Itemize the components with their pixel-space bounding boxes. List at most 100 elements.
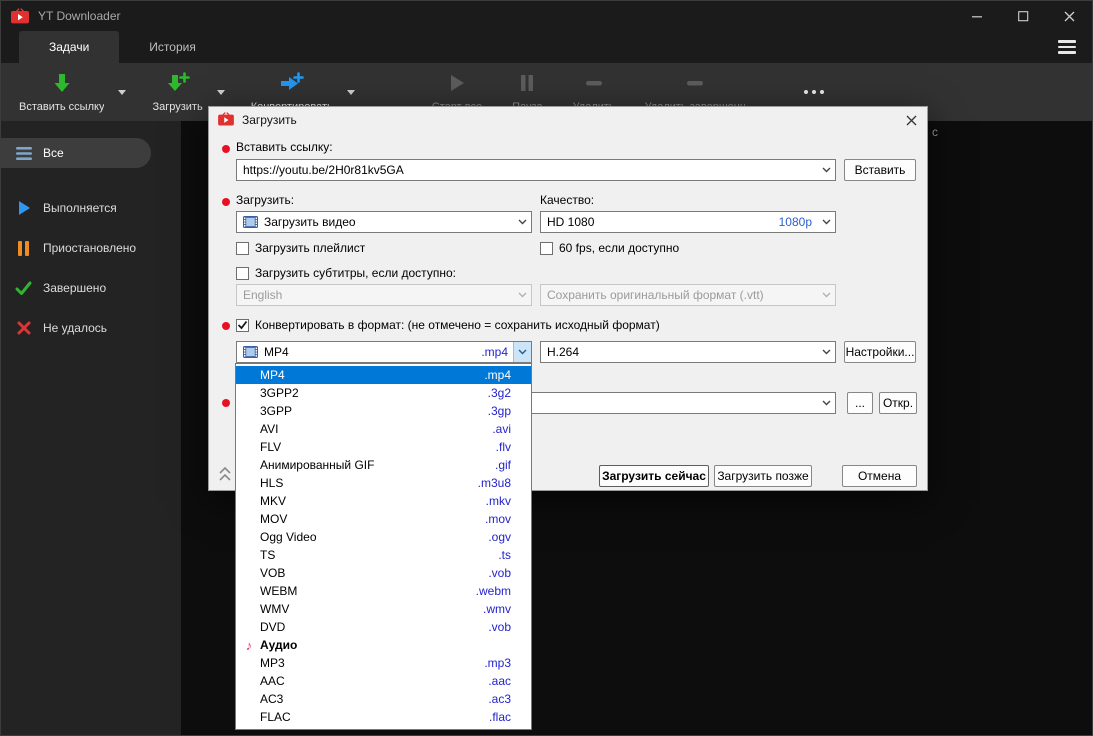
download-now-button[interactable]: Загрузить сейчас (599, 465, 709, 487)
format-option[interactable]: MP3 .mp3 (236, 654, 531, 672)
sidebar-item-failed[interactable]: Не удалось (1, 313, 107, 343)
hamburger-menu-button[interactable] (1058, 40, 1076, 53)
format-option[interactable]: VOB .vob (236, 564, 531, 582)
sidebar-item-paused[interactable]: Приостановлено (1, 233, 136, 263)
sidebar-item-completed[interactable]: Завершено (1, 273, 106, 303)
combo-arrow-icon (817, 342, 835, 362)
format-option[interactable]: 3GPP2 .3g2 (236, 384, 531, 402)
format-option[interactable]: MKV .mkv (236, 492, 531, 510)
cancel-button[interactable]: Отмена (842, 465, 917, 487)
format-combobox[interactable]: MP4 .mp4 (236, 341, 532, 363)
collapse-options-button[interactable] (215, 462, 235, 486)
combo-arrow-icon (817, 393, 835, 413)
format-dropdown-audio-section: MP3 .mp3 AAC .aac AC3 .ac3 FLAC .flac (236, 654, 531, 726)
sidebar-item-all-label: Все (43, 146, 64, 160)
quality-label: Качество: (540, 193, 594, 207)
format-option[interactable]: HLS .m3u8 (236, 474, 531, 492)
format-option[interactable]: MP4 .mp4 (236, 366, 531, 384)
download-later-button[interactable]: Загрузить позже (714, 465, 812, 487)
checkbox-box (236, 242, 249, 255)
chevron-down-icon (347, 90, 355, 95)
tab-bar: Задачи История (1, 31, 1092, 63)
paste-button[interactable]: Вставить (844, 159, 916, 181)
remove-icon (584, 72, 604, 97)
quality-badge: 1080p (779, 215, 817, 229)
paste-link-dropdown-button[interactable] (114, 63, 130, 121)
paste-link-icon (51, 72, 73, 97)
url-label: Вставить ссылку: (236, 140, 333, 154)
url-value: https://youtu.be/2H0r81kv5GA (243, 163, 404, 177)
format-option[interactable]: 3GPP .3gp (236, 402, 531, 420)
dialog-close-button[interactable] (895, 107, 927, 133)
format-option[interactable]: WEBM .webm (236, 582, 531, 600)
quality-combobox[interactable]: HD 1080 1080p (540, 211, 836, 233)
list-icon (15, 147, 32, 160)
codec-value: H.264 (547, 345, 579, 359)
window-controls (954, 1, 1092, 31)
minimize-icon (972, 11, 983, 22)
tab-history[interactable]: История (119, 31, 226, 63)
subtitles-checkbox[interactable]: Загрузить субтитры, если доступно: (236, 266, 456, 280)
convert-checkbox[interactable]: Конвертировать в формат: (не отмечено = … (236, 318, 660, 332)
sidebar-item-running[interactable]: Выполняется (1, 193, 117, 223)
sidebar: Все Выполняется Приостановлено Завершено… (1, 121, 181, 735)
format-option[interactable]: MOV .mov (236, 510, 531, 528)
format-option[interactable]: DVD .vob (236, 618, 531, 636)
minimize-button[interactable] (954, 1, 1000, 31)
fps-checkbox[interactable]: 60 fps, если доступно (540, 241, 679, 255)
subtitles-checkbox-label: Загрузить субтитры, если доступно: (255, 266, 456, 280)
window-title: YT Downloader (38, 9, 121, 23)
required-bullet (222, 145, 230, 153)
sidebar-item-all[interactable]: Все (1, 138, 151, 168)
combo-arrow-icon (513, 285, 531, 305)
download-button[interactable]: Загрузить (142, 63, 212, 121)
settings-button[interactable]: Настройки... (844, 341, 916, 363)
format-option[interactable]: AAC .aac (236, 672, 531, 690)
pause-icon (518, 72, 536, 97)
required-bullet (222, 198, 230, 206)
audio-header-label: Аудио (260, 638, 297, 652)
download-mode-combobox[interactable]: Загрузить видео (236, 211, 532, 233)
paste-link-button[interactable]: Вставить ссылку (9, 63, 114, 121)
subtitle-format-combobox[interactable]: Сохранить оригинальный формат (.vtt) (540, 284, 836, 306)
playlist-checkbox[interactable]: Загрузить плейлист (236, 241, 365, 255)
format-option[interactable]: AC3 .ac3 (236, 690, 531, 708)
close-button[interactable] (1046, 1, 1092, 31)
format-option[interactable]: Ogg Video .ogv (236, 528, 531, 546)
sidebar-item-failed-label: Не удалось (43, 321, 107, 335)
format-option[interactable]: Анимированный GIF .gif (236, 456, 531, 474)
combo-arrow-icon (817, 212, 835, 232)
format-ext: .mp4 (481, 345, 513, 359)
subtitle-language-combobox[interactable]: English (236, 284, 532, 306)
combo-arrow-icon (513, 342, 531, 362)
format-option[interactable]: WMV .wmv (236, 600, 531, 618)
format-option[interactable]: TS .ts (236, 546, 531, 564)
combo-arrow-icon (817, 160, 835, 180)
format-option[interactable]: AVI .avi (236, 420, 531, 438)
format-option[interactable]: FLAC .flac (236, 708, 531, 726)
checkbox-box (540, 242, 553, 255)
playlist-checkbox-label: Загрузить плейлист (255, 241, 365, 255)
remove-icon (685, 72, 705, 97)
maximize-button[interactable] (1000, 1, 1046, 31)
format-dropdown-audio-header: Аудио (236, 636, 531, 654)
tab-history-label: История (149, 40, 196, 54)
play-icon (15, 200, 32, 216)
format-dropdown: MP4 .mp4 3GPP2 .3g2 3GPP .3gp AVI .avi (235, 363, 532, 730)
music-note-icon (242, 638, 256, 653)
fps-checkbox-label: 60 fps, если доступно (559, 241, 679, 255)
checkbox-checked-box (236, 319, 249, 332)
open-folder-button[interactable]: Откр. (879, 392, 917, 414)
toolbar-overflow-button[interactable] (794, 82, 834, 102)
chevron-down-icon (118, 90, 126, 95)
download-label: Загрузить: (236, 193, 294, 207)
format-option[interactable]: FLV .flv (236, 438, 531, 456)
url-combobox[interactable]: https://youtu.be/2H0r81kv5GA (236, 159, 836, 181)
browse-button[interactable]: ... (847, 392, 873, 414)
format-dropdown-video-section: MP4 .mp4 3GPP2 .3g2 3GPP .3gp AVI .avi (236, 366, 531, 636)
required-bullet (222, 399, 230, 407)
maximize-icon (1018, 11, 1029, 22)
combo-arrow-icon (513, 212, 531, 232)
codec-combobox[interactable]: H.264 (540, 341, 836, 363)
tab-tasks[interactable]: Задачи (19, 31, 119, 63)
